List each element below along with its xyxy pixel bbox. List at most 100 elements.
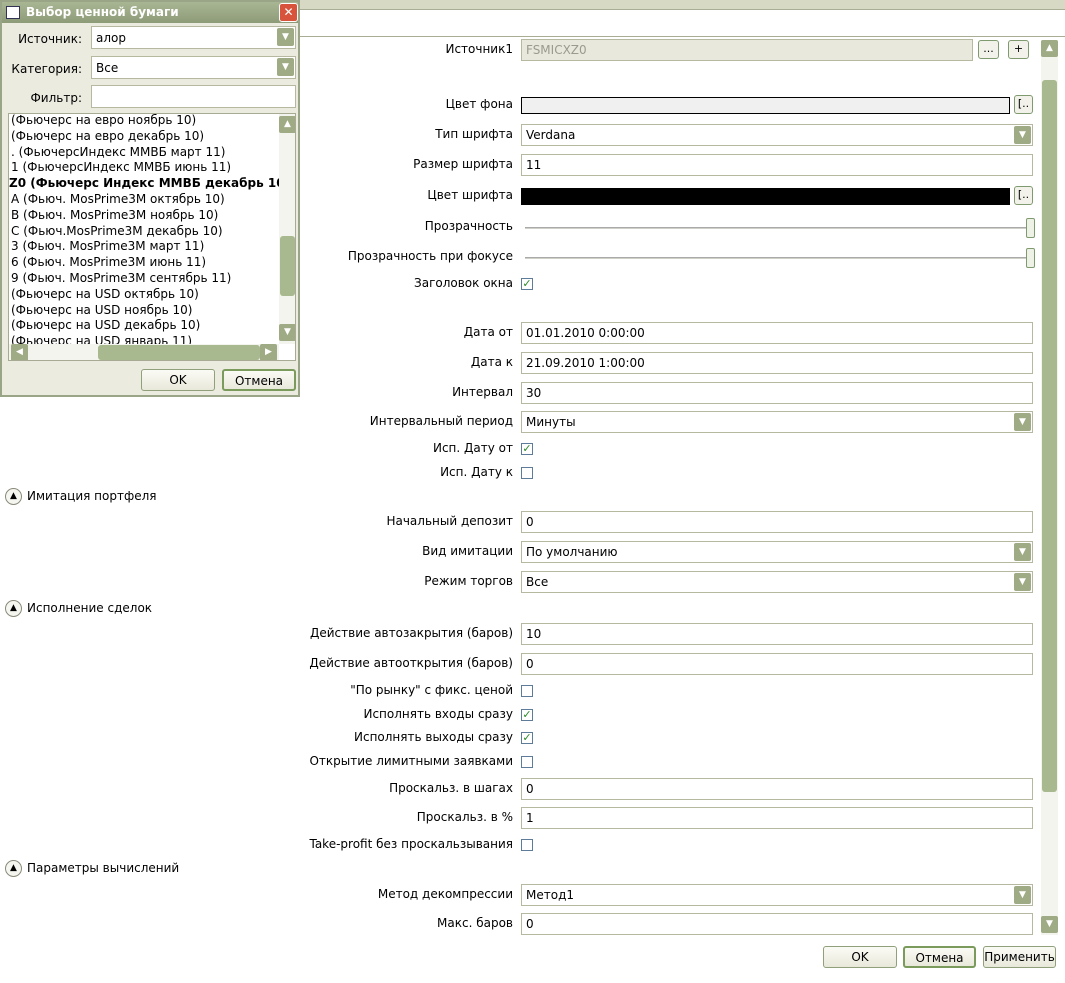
field-label: "По рынку" с фикс. ценой (350, 683, 513, 697)
vertical-scrollbar[interactable]: ▲ ▼ (1041, 40, 1058, 935)
dialog-cancel-button[interactable]: Отмена (222, 369, 296, 391)
dialog-ok-button[interactable]: OK (141, 369, 215, 391)
field-value: 0 (526, 515, 534, 529)
list-item[interactable]: 6 (Фьюч. MosPrime3M июнь 11) (11, 254, 206, 270)
ok-button[interactable]: OK (823, 946, 897, 968)
list-item[interactable]: (Фьючерс на USD ноябрь 10) (11, 302, 192, 318)
text-input[interactable]: 01.01.2010 0:00:00 (521, 322, 1033, 344)
dropdown[interactable]: Verdana ▼ (521, 124, 1033, 146)
list-item[interactable]: 9 (Фьюч. MosPrime3M сентябрь 11) (11, 270, 231, 286)
dropdown[interactable]: Минуты ▼ (521, 411, 1033, 433)
field-label: Действие автозакрытия (баров) (309, 626, 513, 640)
security-selection-dialog: Выбор ценной бумаги ✕ Источник: алор ▼ Ка… (0, 0, 300, 397)
filter-label: Фильтр: (30, 91, 82, 105)
text-input[interactable]: 0 (521, 913, 1033, 935)
text-input[interactable]: 21.09.2010 1:00:00 (521, 352, 1033, 374)
list-item[interactable]: 3 (Фьюч. MosPrime3M март 11) (11, 238, 204, 254)
add-button[interactable]: + (1008, 40, 1029, 59)
slider-thumb[interactable] (1026, 248, 1035, 268)
chevron-down-icon[interactable]: ▼ (1014, 126, 1031, 144)
chevron-down-icon[interactable]: ▼ (1014, 886, 1031, 904)
list-item[interactable]: Z0 (Фьючерс Индекс ММВБ декабрь 10) (9, 175, 290, 191)
text-input[interactable]: 0 (521, 653, 1033, 675)
field-value: Verdana (526, 128, 576, 142)
scroll-up-icon[interactable]: ▲ (1041, 40, 1058, 57)
list-horizontal-scrollbar[interactable]: ◀ ▶ (9, 344, 279, 360)
apply-button[interactable]: Применить (983, 946, 1056, 968)
section-header[interactable]: ▲ Имитация портфеля (5, 488, 157, 505)
field-value: Все (526, 575, 549, 589)
checkbox[interactable] (521, 685, 533, 697)
filter-input[interactable] (91, 85, 296, 108)
list-item[interactable]: (Фьючерс на USD декабрь 10) (11, 317, 200, 333)
checkbox[interactable] (521, 467, 533, 479)
color-swatch[interactable] (521, 188, 1010, 205)
color-picker-button[interactable]: [.. (1014, 95, 1033, 114)
field-label: Исп. Дату от (432, 441, 513, 455)
source-select[interactable]: алор ▼ (91, 26, 296, 49)
category-select[interactable]: Все ▼ (91, 56, 296, 79)
slider-thumb[interactable] (1026, 218, 1035, 238)
scroll-thumb[interactable] (280, 236, 295, 296)
text-input[interactable]: 1 (521, 807, 1033, 829)
field-label: Прозрачность (424, 219, 513, 233)
checkbox[interactable]: ✓ (521, 732, 533, 744)
collapse-icon[interactable]: ▲ (5, 488, 22, 505)
opacity-slider[interactable] (525, 218, 1035, 238)
list-item[interactable]: . (ФьючерсИндекс ММВБ март 11) (11, 144, 225, 160)
scroll-up-icon[interactable]: ▲ (279, 116, 295, 133)
browse-button[interactable]: ... (978, 40, 999, 59)
list-item[interactable]: A (Фьюч. MosPrime3M октябрь 10) (11, 191, 225, 207)
text-input[interactable]: 11 (521, 154, 1033, 176)
chevron-down-icon[interactable]: ▼ (1014, 573, 1031, 591)
dropdown[interactable]: По умолчанию ▼ (521, 541, 1033, 563)
color-picker-button[interactable]: [.. (1014, 186, 1033, 205)
chevron-down-icon[interactable]: ▼ (277, 28, 294, 46)
list-item[interactable]: C (Фьюч.MosPrime3M декабрь 10) (11, 223, 223, 239)
text-input[interactable]: FSMICXZ0 (521, 39, 973, 61)
field-label: Цвет шрифта (427, 188, 513, 202)
close-icon[interactable]: ✕ (279, 3, 298, 22)
section-title: Имитация портфеля (27, 489, 157, 503)
scroll-thumb[interactable] (1042, 80, 1057, 792)
field-value: 30 (526, 386, 542, 400)
list-item[interactable]: (Фьючерс на USD октябрь 10) (11, 286, 199, 302)
field-label: Цвет фона (445, 97, 513, 111)
dropdown[interactable]: Метод1 ▼ (521, 884, 1033, 906)
list-item[interactable]: B (Фьюч. MosPrime3M ноябрь 10) (11, 207, 218, 223)
checkbox[interactable]: ✓ (521, 443, 533, 455)
collapse-icon[interactable]: ▲ (5, 600, 22, 617)
list-item[interactable]: (Фьючерс на евро ноябрь 10) (11, 114, 196, 128)
list-vertical-scrollbar[interactable]: ▲ ▼ (279, 114, 295, 344)
checkbox[interactable] (521, 839, 533, 851)
scroll-left-icon[interactable]: ◀ (11, 344, 28, 360)
chart-icon (6, 6, 20, 19)
text-input[interactable]: 0 (521, 778, 1033, 800)
chevron-down-icon[interactable]: ▼ (277, 58, 294, 76)
checkbox[interactable] (521, 756, 533, 768)
chevron-down-icon[interactable]: ▼ (1014, 413, 1031, 431)
scroll-thumb[interactable] (98, 345, 260, 360)
scroll-right-icon[interactable]: ▶ (260, 344, 277, 360)
collapse-icon[interactable]: ▲ (5, 860, 22, 877)
scroll-down-icon[interactable]: ▼ (279, 324, 295, 341)
field-value: Минуты (526, 415, 576, 429)
text-input[interactable]: 10 (521, 623, 1033, 645)
dropdown[interactable]: Все ▼ (521, 571, 1033, 593)
opacity-slider[interactable] (525, 248, 1035, 268)
field-label: Проскальз. в шагах (389, 781, 513, 795)
cancel-button[interactable]: Отмена (903, 946, 976, 968)
section-header[interactable]: ▲ Исполнение сделок (5, 600, 152, 617)
section-header[interactable]: ▲ Параметры вычислений (5, 860, 179, 877)
checkbox[interactable]: ✓ (521, 278, 533, 290)
text-input[interactable]: 30 (521, 382, 1033, 404)
scroll-down-icon[interactable]: ▼ (1041, 916, 1058, 933)
checkbox[interactable]: ✓ (521, 709, 533, 721)
text-input[interactable]: 0 (521, 511, 1033, 533)
list-item[interactable]: (Фьючерс на евро декабрь 10) (11, 128, 204, 144)
color-swatch[interactable] (521, 97, 1010, 114)
securities-list[interactable]: (Фьючерс на евро ноябрь 10) (Фьючерс на е… (8, 113, 296, 361)
field-label: Интервальный период (369, 414, 513, 428)
list-item[interactable]: 1 (ФьючерсИндекс ММВБ июнь 11) (11, 159, 231, 175)
chevron-down-icon[interactable]: ▼ (1014, 543, 1031, 561)
